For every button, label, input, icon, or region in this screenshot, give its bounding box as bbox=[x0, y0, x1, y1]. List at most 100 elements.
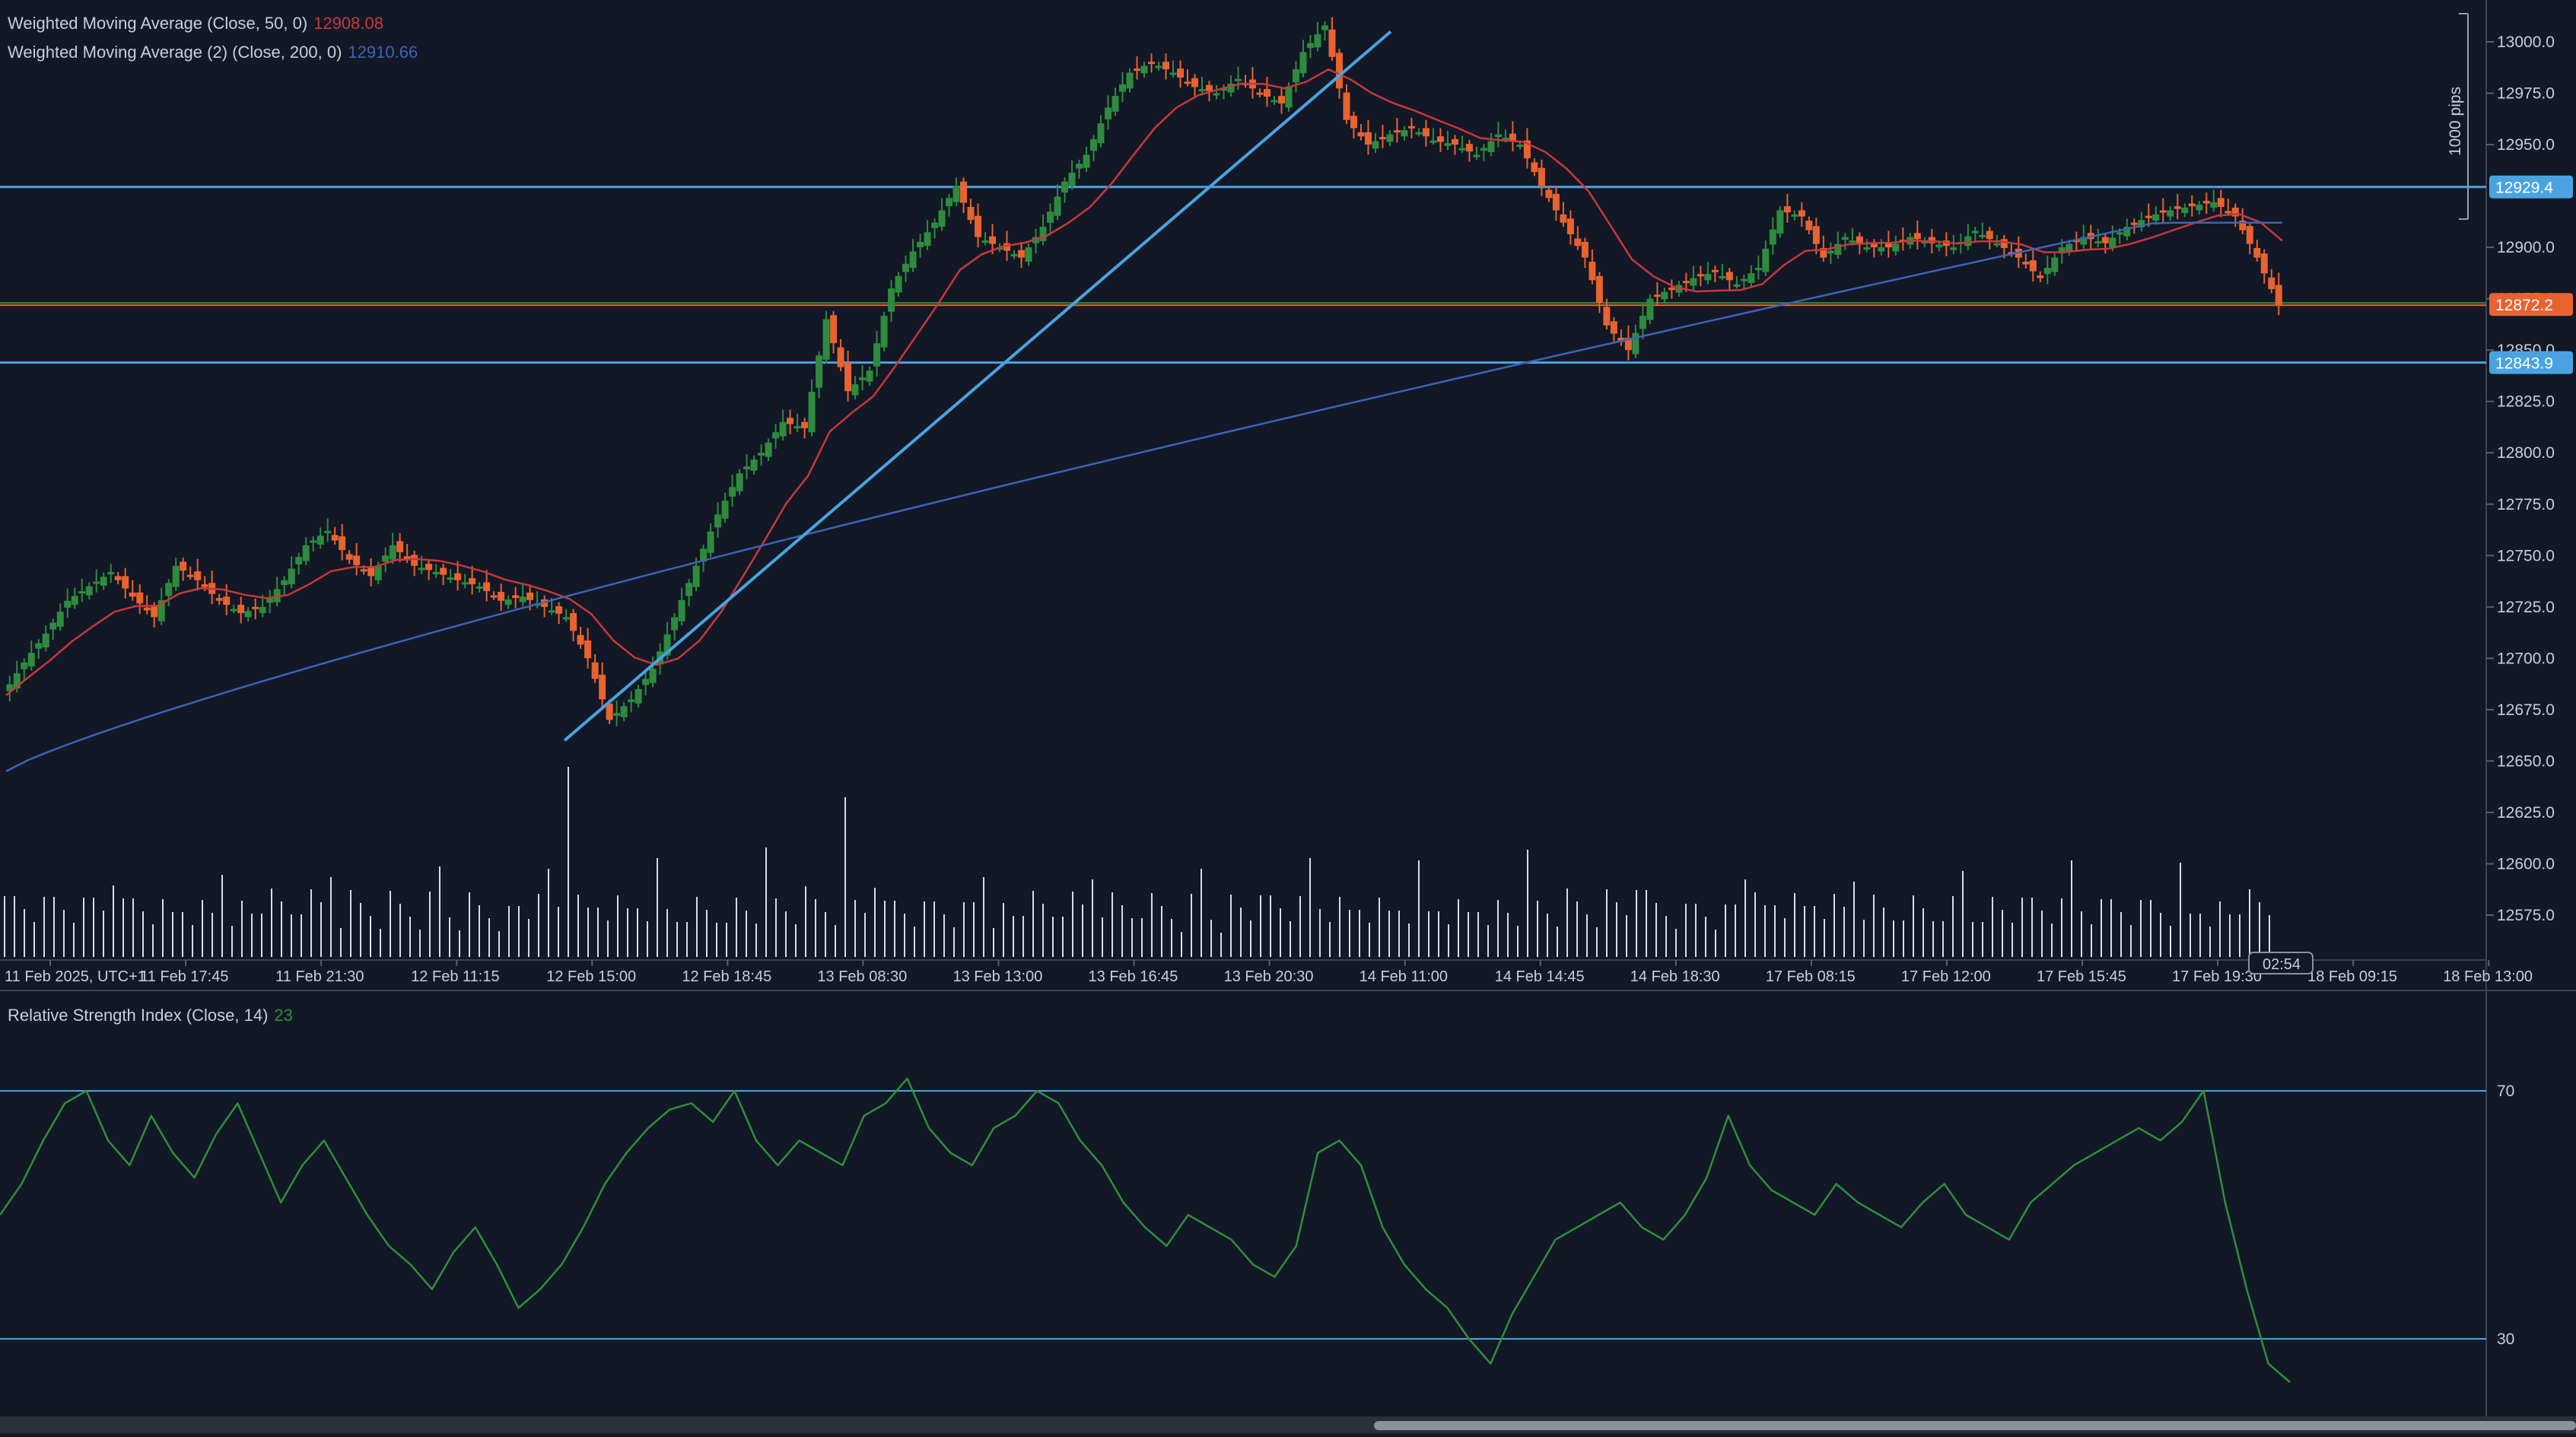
candle-body bbox=[1682, 281, 1690, 284]
candle-body bbox=[2196, 205, 2203, 211]
candle-body bbox=[1776, 210, 1784, 234]
candle-body bbox=[21, 662, 28, 669]
candle-body bbox=[425, 564, 433, 571]
candle-body bbox=[1841, 237, 1849, 240]
candle-body bbox=[793, 426, 801, 429]
time-axis-label: 13 Feb 16:45 bbox=[1089, 968, 1178, 985]
candle-body bbox=[143, 607, 151, 611]
candle-body bbox=[1928, 237, 1935, 243]
candle-body bbox=[2116, 232, 2123, 235]
wma50-legend[interactable]: Weighted Moving Average (Close, 50, 0) 12… bbox=[8, 14, 383, 33]
candle-body bbox=[2253, 248, 2261, 258]
price-axis-label: 12800.0 bbox=[2497, 444, 2555, 462]
candle-body bbox=[1401, 130, 1408, 137]
candle-body bbox=[360, 569, 367, 572]
candle-body bbox=[56, 612, 64, 627]
candle-body bbox=[1849, 240, 1856, 243]
candle-body bbox=[2145, 215, 2152, 218]
candle-body bbox=[230, 609, 237, 612]
candle-body bbox=[223, 596, 231, 606]
candle-body bbox=[1407, 126, 1415, 129]
candle-body bbox=[721, 501, 729, 519]
candle-body bbox=[519, 596, 526, 602]
candle-body bbox=[808, 392, 816, 433]
candle-body bbox=[1863, 247, 1871, 250]
candle-body bbox=[1798, 210, 1805, 217]
wma200-legend[interactable]: Weighted Moving Average (2) (Close, 200,… bbox=[8, 43, 418, 62]
candle-body bbox=[1516, 145, 1524, 148]
candle-body bbox=[1018, 250, 1026, 258]
candle-body bbox=[1878, 247, 1885, 252]
candle-body bbox=[1574, 238, 1582, 246]
candle-body bbox=[454, 573, 462, 580]
time-axis-label: 11 Feb 21:30 bbox=[275, 968, 364, 985]
candle-body bbox=[1097, 123, 1105, 144]
rsi-axis-label: 30 bbox=[2497, 1330, 2514, 1348]
candle-body bbox=[1711, 269, 1719, 272]
rsi-legend-value: 23 bbox=[274, 1006, 293, 1025]
candle-body bbox=[895, 275, 902, 293]
time-axis-label: 18 Feb 09:15 bbox=[2307, 968, 2397, 985]
candle-body bbox=[714, 514, 722, 528]
candle-body bbox=[2000, 239, 2008, 249]
candle-body bbox=[1639, 316, 1646, 329]
candle-body bbox=[107, 571, 115, 574]
candle-body bbox=[136, 592, 144, 604]
time-axis-label: 11 Feb 2025, UTC+1 bbox=[5, 968, 146, 985]
candle-body bbox=[1762, 248, 1770, 272]
candle-body bbox=[1147, 62, 1155, 65]
candle-body bbox=[1719, 275, 1726, 278]
candle-body bbox=[1119, 84, 1127, 92]
candle-body bbox=[1552, 193, 1560, 211]
candle-body bbox=[743, 466, 751, 469]
scrollbar-thumb[interactable] bbox=[1374, 1421, 2576, 1430]
candle-body bbox=[129, 592, 136, 597]
wma50-legend-value: 12908.08 bbox=[313, 14, 383, 33]
candle-body bbox=[1971, 230, 1979, 234]
candle-body bbox=[909, 251, 917, 269]
candle-body bbox=[1054, 196, 1061, 216]
time-axis-label: 13 Feb 20:30 bbox=[1224, 968, 1314, 985]
candle-body bbox=[302, 545, 310, 561]
candle-body bbox=[816, 355, 823, 388]
time-axis-label: 17 Feb 12:00 bbox=[1901, 968, 1991, 985]
chart-canvas[interactable]: 13000.012975.012950.012900.012875.012850… bbox=[0, 0, 2576, 1433]
rsi-legend-label: Relative Strength Index (Close, 14) bbox=[8, 1006, 269, 1025]
candle-body bbox=[851, 384, 859, 396]
candle-body bbox=[42, 633, 49, 647]
candle-body bbox=[801, 421, 809, 428]
candle-body bbox=[1205, 84, 1213, 91]
candle-body bbox=[924, 232, 931, 246]
candle-body bbox=[1451, 138, 1458, 145]
candle-body bbox=[295, 557, 303, 564]
candle-body bbox=[1494, 134, 1502, 138]
rsi-legend[interactable]: Relative Strength Index (Close, 14) 23 bbox=[8, 1006, 293, 1025]
candle-body bbox=[71, 596, 78, 606]
candle-body bbox=[475, 586, 483, 589]
candle-body bbox=[1632, 332, 1639, 354]
candle-body bbox=[165, 583, 173, 596]
time-axis-label: 17 Feb 19:30 bbox=[2172, 968, 2262, 985]
candle-body bbox=[1884, 243, 1892, 248]
candle-body bbox=[1162, 62, 1169, 70]
time-axis-label: 14 Feb 11:00 bbox=[1360, 968, 1448, 985]
candle-body bbox=[2051, 257, 2059, 272]
candle-body bbox=[526, 592, 534, 600]
candle-body bbox=[339, 536, 346, 551]
candle-body bbox=[628, 699, 635, 702]
candle-body bbox=[288, 568, 295, 585]
candle-body bbox=[440, 567, 447, 575]
candle-body bbox=[1256, 92, 1264, 95]
candle-body bbox=[758, 453, 765, 456]
candle-body bbox=[772, 432, 780, 439]
candle-body bbox=[2043, 268, 2051, 275]
candle-body bbox=[1379, 137, 1386, 140]
candle-body bbox=[2225, 211, 2232, 214]
candle-body bbox=[880, 316, 888, 348]
candle-body bbox=[548, 610, 555, 613]
candle-body bbox=[186, 574, 194, 577]
candle-body bbox=[353, 555, 361, 565]
candle-body bbox=[1791, 214, 1798, 217]
candle-body bbox=[2275, 285, 2282, 305]
candle-body bbox=[2260, 253, 2268, 274]
